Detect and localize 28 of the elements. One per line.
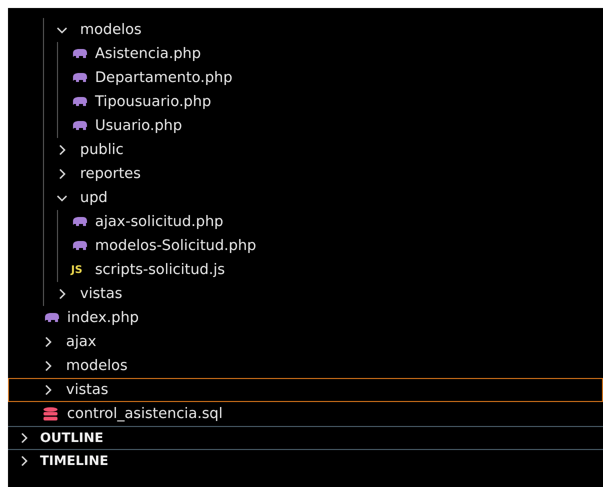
js-file-icon: JS — [71, 264, 82, 276]
file-item[interactable]: Departamento.php — [8, 66, 603, 90]
elephant-icon — [71, 48, 88, 60]
section-header[interactable]: OUTLINE — [8, 426, 603, 449]
file-item[interactable]: control_asistencia.sql — [8, 402, 603, 426]
folder-item[interactable]: ajax — [8, 330, 603, 354]
elephant-icon — [71, 72, 88, 84]
folder-item[interactable]: modelos — [8, 18, 603, 42]
folder-item[interactable]: upd — [8, 186, 603, 210]
file-item[interactable]: Tipousuario.php — [8, 90, 603, 114]
section-header[interactable]: TIMELINE — [8, 449, 603, 472]
elephant-icon — [43, 312, 60, 324]
folder-item[interactable]: vistas — [8, 282, 603, 306]
elephant-icon — [71, 240, 88, 252]
elephant-icon — [71, 216, 88, 228]
file-item[interactable]: index.php — [8, 306, 603, 330]
file-item[interactable]: Asistencia.php — [8, 42, 603, 66]
file-item[interactable]: Usuario.php — [8, 114, 603, 138]
folder-item[interactable]: public — [8, 138, 603, 162]
file-item[interactable]: ajax-solicitud.php — [8, 210, 603, 234]
file-item[interactable]: JS scripts-solicitud.js — [8, 258, 603, 282]
folder-item[interactable]: reportes — [8, 162, 603, 186]
folder-item[interactable]: modelos — [8, 354, 603, 378]
elephant-icon — [71, 96, 88, 108]
elephant-icon — [71, 120, 88, 132]
file-item[interactable]: modelos-Solicitud.php — [8, 234, 603, 258]
database-icon — [43, 407, 58, 421]
folder-item[interactable]: vistas — [8, 378, 603, 402]
